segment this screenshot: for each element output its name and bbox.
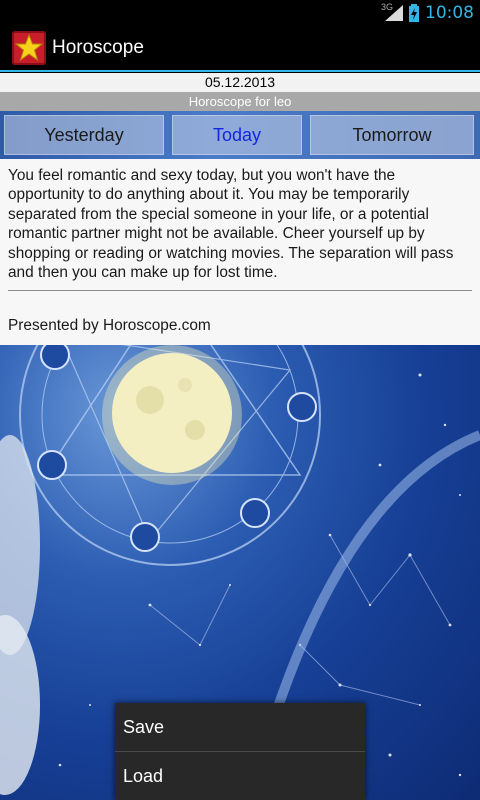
status-bar: 3G 10:08 bbox=[0, 0, 480, 25]
menu-item-load[interactable]: Load bbox=[115, 752, 365, 800]
divider bbox=[8, 290, 472, 292]
clock: 10:08 bbox=[425, 2, 474, 23]
network-type: 3G bbox=[380, 1, 393, 12]
options-menu: Save Load bbox=[115, 703, 365, 800]
date-label: 05.12.2013 bbox=[0, 73, 480, 92]
day-tabs: Yesterday Today Tomorrow bbox=[0, 111, 480, 159]
app-title: Horoscope bbox=[52, 36, 144, 58]
sign-label: Horoscope for leo bbox=[0, 92, 480, 111]
tab-tomorrow[interactable]: Tomorrow bbox=[310, 115, 474, 155]
horoscope-panel: You feel romantic and sexy today, but yo… bbox=[0, 159, 480, 345]
action-bar: Horoscope bbox=[0, 25, 480, 72]
tab-yesterday[interactable]: Yesterday bbox=[4, 115, 164, 155]
star-icon[interactable] bbox=[12, 30, 46, 65]
battery-charging-icon bbox=[409, 3, 419, 22]
horoscope-text: You feel romantic and sexy today, but yo… bbox=[8, 167, 454, 282]
tab-today[interactable]: Today bbox=[172, 115, 302, 155]
presented-by-label: Presented by Horoscope.com bbox=[8, 317, 211, 335]
menu-item-save[interactable]: Save bbox=[115, 703, 365, 751]
